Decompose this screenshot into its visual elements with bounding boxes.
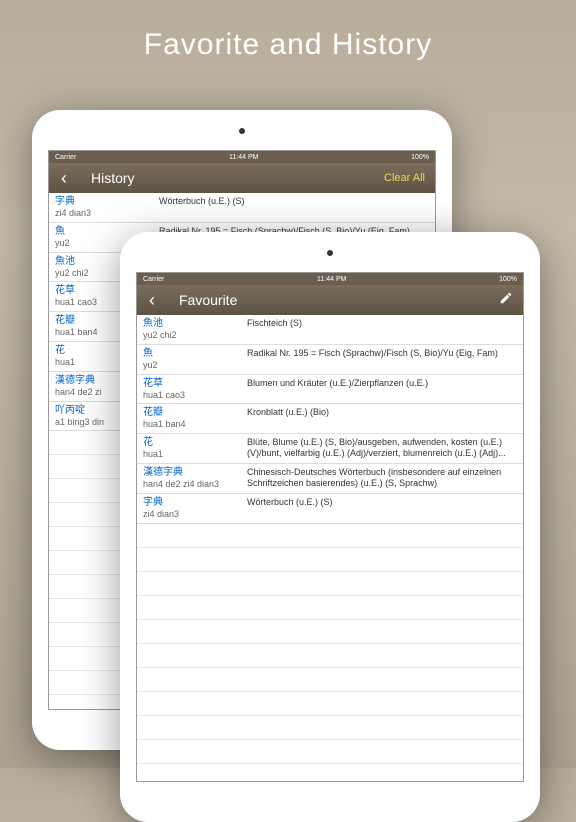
entry-term: 魚池 <box>143 318 243 330</box>
edit-icon[interactable] <box>499 291 513 310</box>
status-carrier: Carrier <box>143 276 164 283</box>
list-item[interactable]: 字典zi4 dian3Wörterbuch (u.E.) (S) <box>137 494 523 524</box>
empty-row <box>137 740 523 764</box>
list-item[interactable]: 魚yu2Radikal Nr. 195 = Fisch (Sprachw)/Fi… <box>137 345 523 375</box>
entry-definition: Chinesisch-Deutsches Wörterbuch (insbeso… <box>243 467 517 490</box>
entry-term: 花瓣 <box>143 407 243 419</box>
empty-row <box>137 692 523 716</box>
status-time: 11:44 PM <box>317 276 346 283</box>
entry-pinyin: han4 de2 zi4 dian3 <box>143 479 243 490</box>
empty-row <box>137 716 523 740</box>
status-battery: 100% <box>411 154 429 161</box>
empty-row <box>137 524 523 548</box>
back-icon[interactable]: ‹ <box>145 290 159 311</box>
entry-term: 魚 <box>143 348 243 360</box>
entry-term: 字典 <box>55 196 155 208</box>
tablet-favourite: Carrier 11:44 PM 100% ‹ Favourite 魚池yu2 … <box>120 232 540 822</box>
entry-pinyin: yu2 chi2 <box>143 330 243 341</box>
clear-all-button[interactable]: Clear All <box>384 172 425 184</box>
favourite-list[interactable]: 魚池yu2 chi2Fischteich (S)魚yu2Radikal Nr. … <box>137 315 523 781</box>
camera-icon <box>239 128 245 134</box>
empty-row <box>137 548 523 572</box>
entry-pinyin: hua1 cao3 <box>143 390 243 401</box>
entry-pinyin: yu2 <box>143 360 243 371</box>
list-item[interactable]: 漢德字典han4 de2 zi4 dian3Chinesisch-Deutsch… <box>137 464 523 494</box>
list-item[interactable]: 字典zi4 dian3Wörterbuch (u.E.) (S) <box>49 193 435 223</box>
entry-definition: Blumen und Kräuter (u.E.)/Zierpflanzen (… <box>243 378 517 401</box>
header-title-history: History <box>91 170 135 186</box>
empty-row <box>137 620 523 644</box>
empty-row <box>137 572 523 596</box>
entry-term: 字典 <box>143 497 243 509</box>
entry-term: 花草 <box>143 378 243 390</box>
header-bar-favourite: ‹ Favourite <box>137 285 523 315</box>
entry-definition: Kronblatt (u.E.) (Bio) <box>243 407 517 430</box>
list-item[interactable]: 花草hua1 cao3Blumen und Kräuter (u.E.)/Zie… <box>137 375 523 405</box>
promo-title: Favorite and History <box>0 0 576 90</box>
list-item[interactable]: 花hua1Blüte, Blume (u.E.) (S, Bio)/ausgeb… <box>137 434 523 464</box>
list-item[interactable]: 魚池yu2 chi2Fischteich (S) <box>137 315 523 345</box>
entry-term: 花 <box>143 437 243 449</box>
entry-definition: Wörterbuch (u.E.) (S) <box>243 497 517 520</box>
back-icon[interactable]: ‹ <box>57 168 71 189</box>
entry-pinyin: zi4 dian3 <box>143 509 243 520</box>
status-bar: Carrier 11:44 PM 100% <box>49 151 435 163</box>
entry-definition: Blüte, Blume (u.E.) (S, Bio)/ausgeben, a… <box>243 437 517 460</box>
empty-row <box>137 644 523 668</box>
status-battery: 100% <box>499 276 517 283</box>
header-title-favourite: Favourite <box>179 292 237 308</box>
status-bar: Carrier 11:44 PM 100% <box>137 273 523 285</box>
screen-favourite: Carrier 11:44 PM 100% ‹ Favourite 魚池yu2 … <box>136 272 524 782</box>
entry-definition: Radikal Nr. 195 = Fisch (Sprachw)/Fisch … <box>243 348 517 371</box>
entry-pinyin: zi4 dian3 <box>55 208 155 219</box>
entry-pinyin: hua1 ban4 <box>143 419 243 430</box>
empty-row <box>137 764 523 781</box>
entry-definition: Wörterbuch (u.E.) (S) <box>155 196 429 219</box>
camera-icon <box>327 250 333 256</box>
empty-row <box>137 596 523 620</box>
list-item[interactable]: 花瓣hua1 ban4Kronblatt (u.E.) (Bio) <box>137 404 523 434</box>
header-bar-history: ‹ History Clear All <box>49 163 435 193</box>
status-carrier: Carrier <box>55 154 76 161</box>
status-time: 11:44 PM <box>229 154 258 161</box>
entry-definition: Fischteich (S) <box>243 318 517 341</box>
entry-pinyin: hua1 <box>143 449 243 460</box>
empty-row <box>137 668 523 692</box>
entry-term: 漢德字典 <box>143 467 243 479</box>
